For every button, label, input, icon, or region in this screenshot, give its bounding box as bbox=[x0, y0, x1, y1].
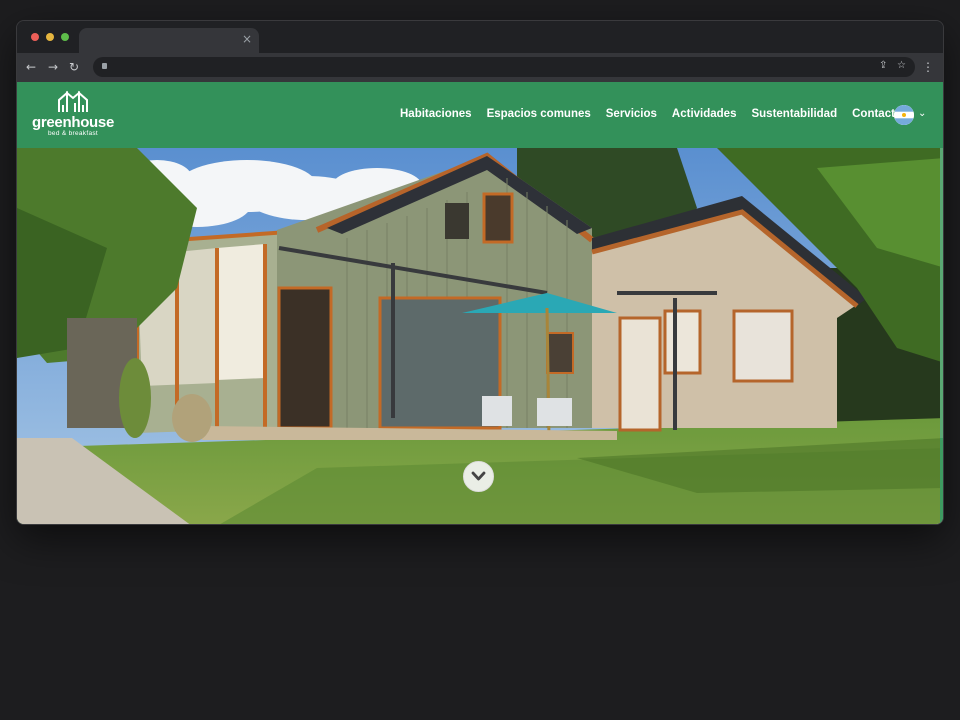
scrollbar-thumb[interactable] bbox=[940, 148, 943, 438]
browser-tab[interactable]: × bbox=[79, 28, 259, 53]
close-window-button[interactable] bbox=[31, 33, 39, 41]
site-header: greenhouse bed & breakfast Habitaciones … bbox=[17, 82, 943, 148]
browser-menu-icon[interactable]: ⋮ bbox=[922, 60, 934, 74]
nav-item-sustentabilidad[interactable]: Sustentabilidad bbox=[751, 108, 837, 120]
logo-name: greenhouse bbox=[31, 114, 115, 131]
argentina-flag-icon[interactable] bbox=[894, 105, 914, 125]
address-bar[interactable]: ⇪ ☆ bbox=[93, 57, 915, 77]
logo-tagline: bed & breakfast bbox=[47, 130, 99, 137]
maximize-window-button[interactable] bbox=[61, 33, 69, 41]
nav-item-espacios-comunes[interactable]: Espacios comunes bbox=[487, 108, 591, 120]
bookmark-star-icon[interactable]: ☆ bbox=[897, 60, 906, 71]
hero-image bbox=[17, 148, 943, 524]
window-controls bbox=[31, 33, 69, 41]
share-icon[interactable]: ⇪ bbox=[879, 60, 887, 71]
nav-item-actividades[interactable]: Actividades bbox=[672, 108, 737, 120]
language-chevron-down-icon[interactable]: ⌄ bbox=[918, 108, 926, 119]
forward-icon[interactable]: → bbox=[48, 60, 58, 74]
tab-close-icon[interactable]: × bbox=[242, 32, 252, 46]
browser-titlebar: × bbox=[17, 21, 943, 53]
greenhouse-logo-icon bbox=[58, 90, 88, 112]
minimize-window-button[interactable] bbox=[46, 33, 54, 41]
main-navigation: Habitaciones Espacios comunes Servicios … bbox=[400, 108, 917, 120]
back-icon[interactable]: ← bbox=[26, 60, 36, 74]
browser-toolbar: ← → ↻ ⇪ ☆ ⋮ bbox=[17, 53, 943, 82]
scroll-down-button[interactable] bbox=[463, 461, 494, 492]
lock-icon bbox=[102, 63, 107, 69]
nav-item-servicios[interactable]: Servicios bbox=[606, 108, 657, 120]
nav-item-habitaciones[interactable]: Habitaciones bbox=[400, 108, 472, 120]
web-page: greenhouse bed & breakfast Habitaciones … bbox=[17, 82, 943, 524]
site-logo[interactable]: greenhouse bed & breakfast bbox=[31, 90, 115, 140]
reload-icon[interactable]: ↻ bbox=[69, 60, 79, 74]
chevron-down-icon bbox=[471, 471, 486, 481]
browser-window: × ← → ↻ ⇪ ☆ ⋮ greenhouse bed & breakfast… bbox=[16, 20, 944, 525]
